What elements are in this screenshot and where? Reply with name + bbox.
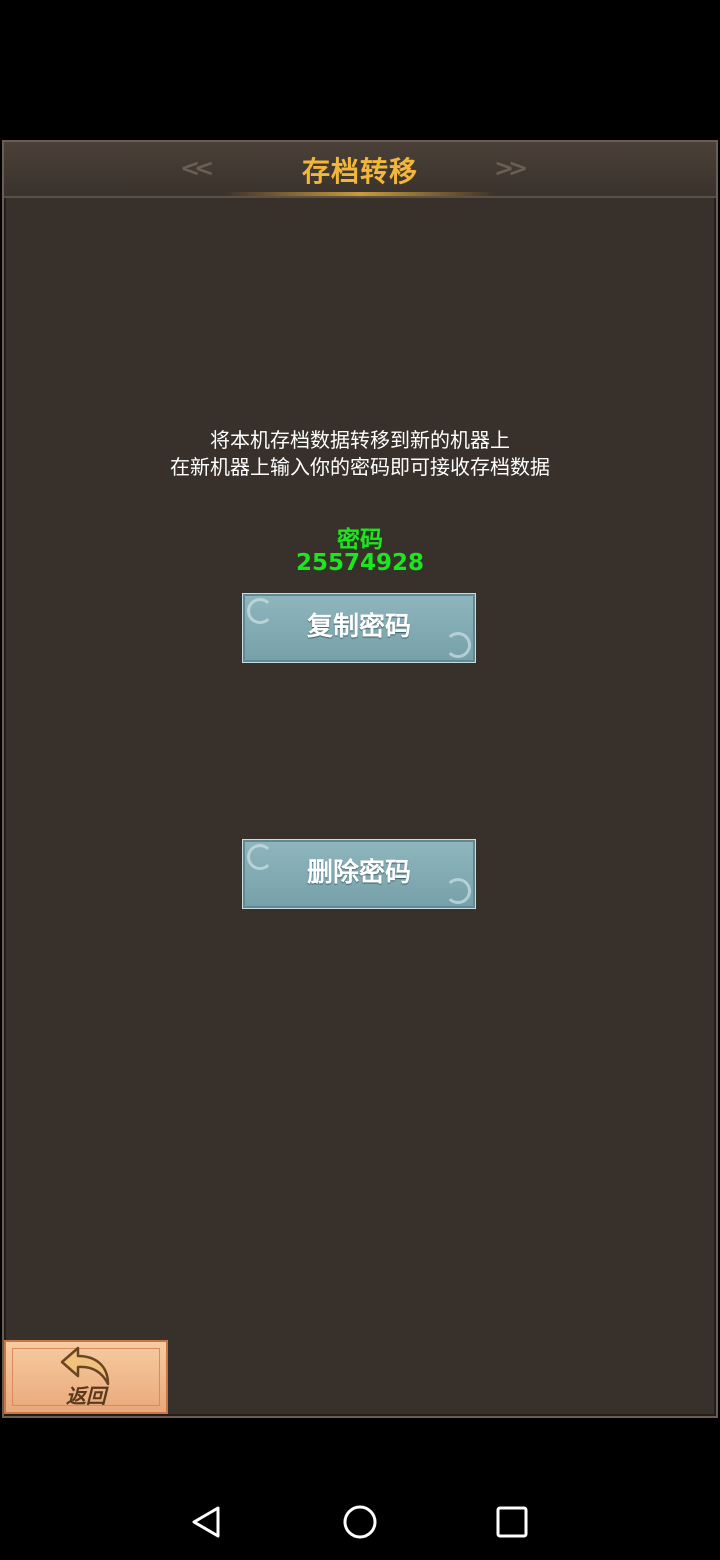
- delete-password-label: 删除密码: [306, 858, 411, 888]
- system-nav-bar: [0, 1480, 720, 1560]
- circle-home-icon[interactable]: [340, 1502, 380, 1542]
- delete-password-button[interactable]: 删除密码: [242, 839, 476, 909]
- description-line-2: 在新机器上输入你的密码即可接收存档数据: [170, 455, 550, 479]
- copy-password-button[interactable]: 复制密码: [242, 593, 476, 663]
- square-recent-icon[interactable]: [492, 1502, 532, 1542]
- password-value: 25574928: [295, 550, 425, 576]
- panel-header: << 存档转移 >>: [4, 142, 716, 198]
- back-button[interactable]: 返回: [4, 1340, 168, 1414]
- save-transfer-panel: << 存档转移 >> 将本机存档数据转移到新的机器上 在新机器上输入你的密码即可…: [2, 140, 718, 1418]
- screen: << 存档转移 >> 将本机存档数据转移到新的机器上 在新机器上输入你的密码即可…: [0, 0, 720, 1560]
- cloud-swirl-icon: [247, 844, 273, 870]
- cloud-swirl-icon: [445, 632, 471, 658]
- triangle-back-icon[interactable]: [186, 1502, 226, 1542]
- right-chevron-decoration: >>: [494, 154, 528, 182]
- header-glow: [224, 192, 496, 196]
- cloud-swirl-icon: [247, 598, 273, 624]
- page-title: 存档转移: [301, 155, 418, 188]
- password-label: 密码: [337, 527, 383, 553]
- description-line-1: 将本机存档数据转移到新的机器上: [210, 428, 510, 452]
- back-label: 返回: [66, 1384, 106, 1408]
- copy-password-label: 复制密码: [306, 612, 411, 642]
- cloud-swirl-icon: [445, 878, 471, 904]
